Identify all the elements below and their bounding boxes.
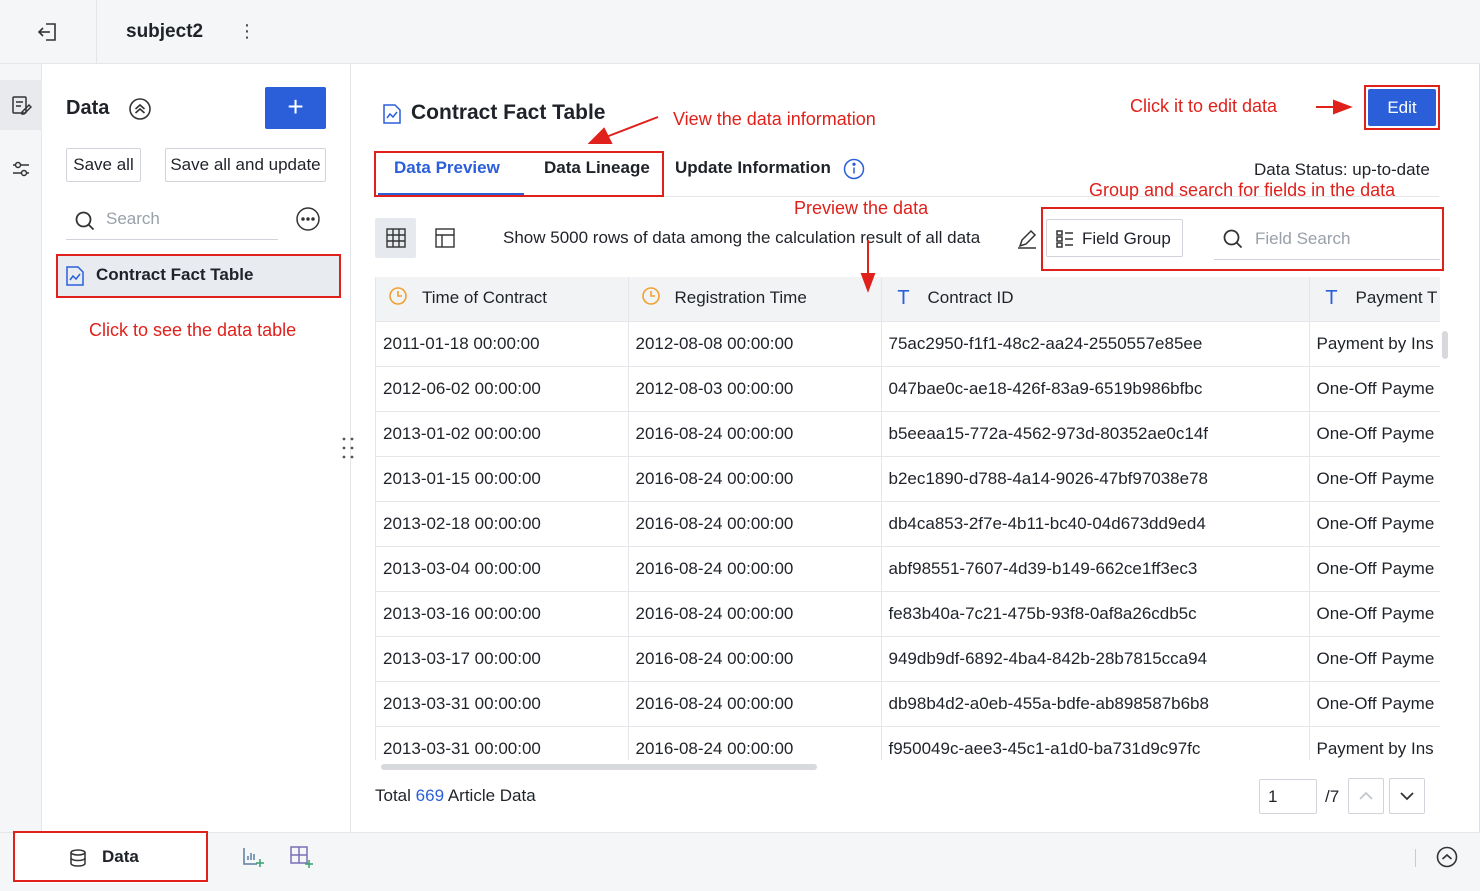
annotation-arrows (587, 99, 1353, 293)
